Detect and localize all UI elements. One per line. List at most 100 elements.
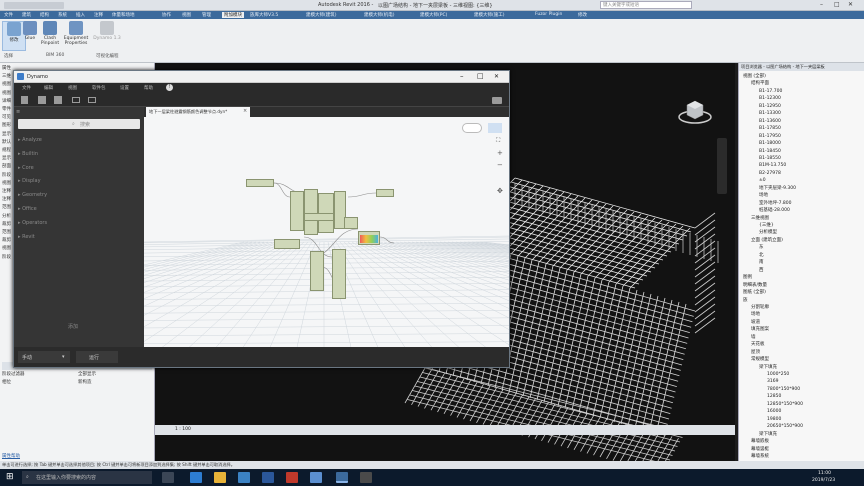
browser-item[interactable]: 立面 (建筑立面) (751, 238, 783, 244)
file-explorer-icon[interactable] (214, 472, 226, 483)
browser-item[interactable]: 天花板 (751, 342, 765, 348)
browser-item[interactable]: 图例 (743, 275, 752, 281)
viewcube[interactable] (677, 93, 713, 129)
open-file-icon[interactable] (38, 96, 46, 104)
browser-item[interactable]: 东 (759, 245, 764, 251)
phase-value[interactable]: 新构造 (78, 379, 92, 385)
undo-icon[interactable] (72, 97, 80, 103)
glue-button[interactable]: Glue (18, 21, 42, 51)
tab-modeling-construction[interactable]: 建模大师(施工) (474, 12, 505, 18)
graph-node[interactable] (344, 217, 358, 229)
dynamo-maximize-icon[interactable]: □ (477, 72, 484, 80)
browser-item[interactable]: B1-18450 (759, 149, 781, 155)
library-search-input[interactable]: ⌕ 搜索 (18, 119, 140, 129)
browser-item[interactable]: B1-17950 (759, 134, 781, 140)
tab-fuzor[interactable]: Fuzor Plugin (535, 12, 562, 17)
windows-start-icon[interactable]: ⊞ (6, 472, 14, 482)
dyn-menu-view[interactable]: 视图 (68, 85, 77, 91)
tab-massing[interactable]: 体量和场地 (112, 12, 135, 18)
library-category[interactable]: ▸ Core (18, 165, 34, 171)
library-category[interactable]: ▸ Display (18, 178, 41, 184)
save-file-icon[interactable] (54, 96, 62, 104)
graph-node[interactable] (246, 179, 274, 187)
close-icon[interactable]: ✕ (848, 1, 853, 8)
zoom-out-icon[interactable]: − (497, 161, 503, 169)
library-category[interactable]: ▸ Operators (18, 220, 47, 226)
browser-item[interactable]: 分析模型 (759, 230, 777, 236)
browser-item[interactable]: B1-17850 (759, 126, 781, 132)
browser-item[interactable]: {三维} (759, 223, 774, 229)
browser-item[interactable]: 梁下填充 (759, 432, 777, 438)
browser-item[interactable]: 南 (759, 260, 764, 266)
tab-view[interactable]: 视图 (182, 12, 191, 18)
dyn-menu-file[interactable]: 文件 (22, 85, 31, 91)
tab-modeling-mep[interactable]: 建模大师(机电) (364, 12, 395, 18)
browser-item[interactable]: 桩基础-28.000 (759, 208, 790, 214)
zoom-fit-icon[interactable]: ⛶ (496, 137, 500, 145)
geometry-view-toggle[interactable] (488, 123, 502, 133)
browser-item[interactable]: 12850 (767, 394, 781, 400)
browser-item[interactable]: 12850*150*900 (767, 402, 803, 408)
tab-collaborate[interactable]: 协作 (162, 12, 171, 18)
browser-item[interactable]: B1-18000 (759, 141, 781, 147)
minimize-icon[interactable]: – (820, 1, 823, 8)
task-view-icon[interactable] (162, 472, 174, 483)
quick-access-toolbar[interactable] (4, 2, 64, 9)
library-collapse-icon[interactable]: ≡ (16, 109, 20, 115)
taskbar-search-box[interactable]: ⌕ 在这里输入你要搜索的内容 (22, 471, 152, 484)
redo-icon[interactable] (88, 97, 96, 103)
graph-canvas[interactable]: ⛶ + − ✥ (144, 117, 509, 347)
app-icon[interactable] (286, 472, 298, 483)
browser-item[interactable]: B1M-13.750 (759, 163, 786, 169)
tab-modify[interactable]: 修改 (578, 12, 587, 18)
tab-close-icon[interactable]: × (243, 108, 247, 114)
browser-item[interactable]: 7800*150*900 (767, 387, 800, 393)
mail-icon[interactable] (310, 472, 322, 483)
tab-modeling-arch[interactable]: 建模大师(建筑) (306, 12, 337, 18)
clash-pinpoint-button[interactable]: Clash Pinpoint (40, 21, 60, 51)
phase-filter-value[interactable]: 全部显示 (78, 371, 96, 377)
library-category[interactable]: ▸ Revit (18, 234, 35, 240)
new-file-icon[interactable] (21, 96, 28, 104)
tab-manage[interactable]: 管理 (202, 12, 211, 18)
dyn-menu-settings[interactable]: 设置 (120, 85, 129, 91)
tab-family-library[interactable]: 族库大师V3.5 (250, 12, 278, 18)
browser-item[interactable]: 常规模型 (751, 357, 769, 363)
store-icon[interactable] (238, 472, 250, 483)
browser-item[interactable]: 三维视图 (751, 216, 769, 222)
browser-item[interactable]: 室外地坪-7.800 (759, 201, 792, 207)
browser-item[interactable]: 墙 (751, 335, 756, 341)
library-category[interactable]: ▸ Office (18, 206, 37, 212)
zoom-in-icon[interactable]: + (497, 149, 503, 157)
graph-node[interactable] (332, 249, 346, 299)
browser-item[interactable]: 视图 (全部) (743, 74, 766, 80)
browser-item[interactable]: 场地 (751, 312, 760, 318)
browser-item[interactable]: B2-27978 (759, 171, 781, 177)
browser-item[interactable]: 明细表/数量 (743, 283, 767, 289)
dyn-menu-edit[interactable]: 编辑 (44, 85, 53, 91)
properties-help-link[interactable]: 属性帮助 (2, 453, 20, 459)
graph-node[interactable] (274, 239, 300, 249)
tab-annotate[interactable]: 注释 (94, 12, 103, 18)
browser-item[interactable]: 幕墙竖梃 (751, 447, 769, 453)
run-button[interactable]: 运行 (76, 351, 118, 363)
navigation-bar[interactable] (717, 138, 727, 194)
dynamo-close-icon[interactable]: ✕ (494, 73, 499, 80)
graph-node[interactable] (376, 189, 394, 197)
equipment-properties-button[interactable]: Equipment Properties (62, 21, 90, 51)
graph-view-toggle[interactable] (462, 123, 482, 133)
dynamo-button[interactable]: Dynamo 1.3 (92, 21, 122, 51)
dyn-menu-help[interactable]: 帮助 (144, 85, 153, 91)
graph-node[interactable] (290, 191, 304, 231)
browser-item[interactable]: 北 (759, 253, 764, 259)
revit-icon[interactable] (336, 472, 348, 483)
dynamo-minimize-icon[interactable]: – (460, 72, 464, 80)
browser-item[interactable]: 20650*150*900 (767, 424, 803, 430)
browser-item[interactable]: 坡道 (751, 320, 760, 326)
graph-node[interactable] (310, 251, 324, 291)
browser-item[interactable]: 3169 (767, 379, 778, 385)
browser-item[interactable]: 地下夹层梁-9.300 (759, 186, 796, 192)
browser-item[interactable]: B1-18550 (759, 156, 781, 162)
tab-architecture[interactable]: 建筑 (22, 12, 31, 18)
browser-item[interactable]: 图纸 (全部) (743, 290, 766, 296)
